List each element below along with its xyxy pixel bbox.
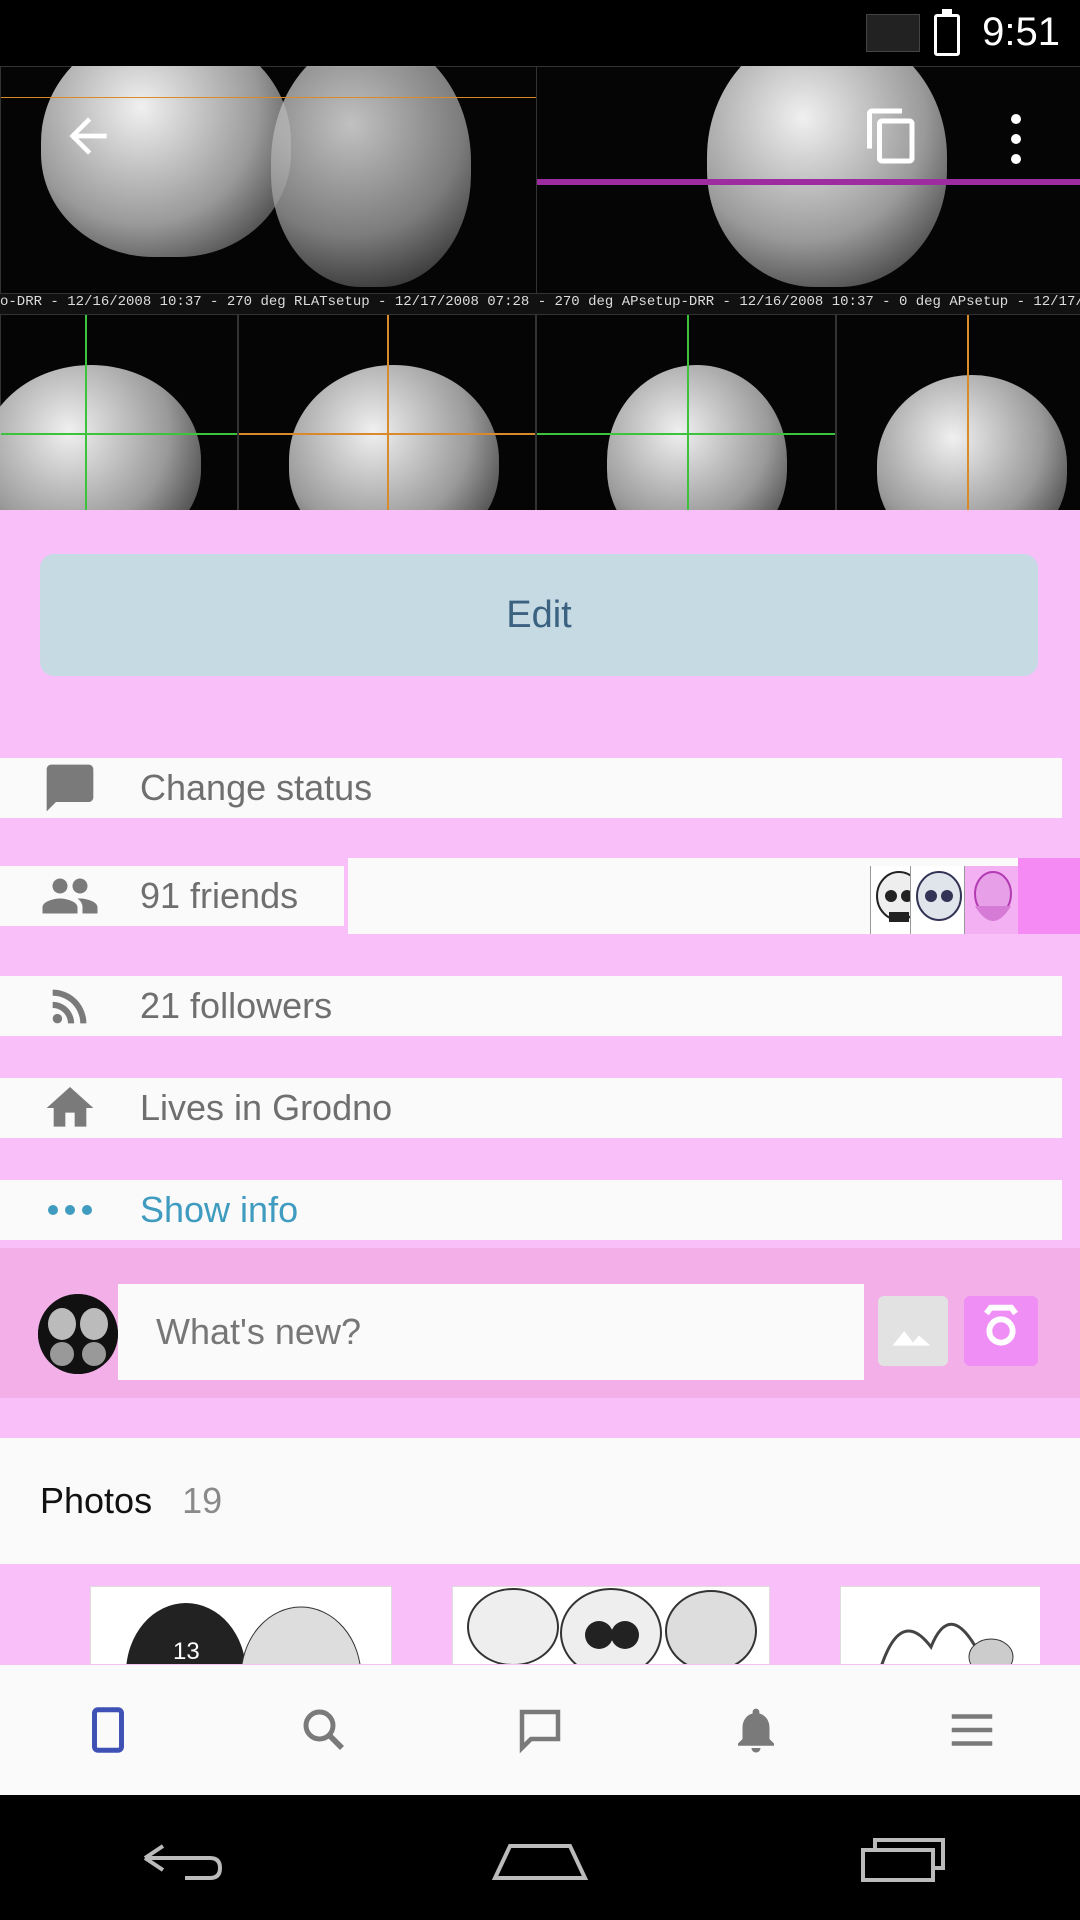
row-label: Change status — [140, 767, 373, 808]
bell-icon — [738, 1708, 774, 1753]
photo-thumb[interactable]: 13 — [90, 1586, 392, 1664]
row-show-info[interactable]: Show info — [0, 1180, 1062, 1240]
notification-icon — [866, 14, 920, 52]
system-nav-bar — [0, 1795, 1080, 1920]
home-icon — [0, 1078, 140, 1138]
photos-count: 19 — [182, 1480, 223, 1521]
photo-thumb[interactable] — [452, 1586, 770, 1664]
xray-panel-1 — [0, 314, 238, 510]
row-label: 91 friends — [140, 875, 299, 916]
user-avatar[interactable] — [38, 1294, 118, 1374]
message-icon — [0, 758, 140, 818]
photos-title: Photos — [40, 1480, 153, 1521]
more-vert-icon[interactable] — [1002, 114, 1030, 174]
row-label: Lives in Grodno — [140, 1087, 393, 1128]
status-bar: 9:51 — [0, 0, 1080, 66]
rss-icon — [0, 976, 140, 1036]
tab-search[interactable] — [216, 1665, 432, 1795]
photos-header[interactable]: Photos 19 — [0, 1438, 1080, 1564]
tab-notifications[interactable] — [648, 1665, 864, 1795]
friend-avatar[interactable] — [964, 866, 1021, 934]
friends-icon — [0, 866, 140, 926]
chat-icon — [519, 1709, 561, 1754]
row-location[interactable]: Lives in Grodno — [0, 1078, 1062, 1138]
copy-icon[interactable] — [862, 106, 922, 166]
status-time: 9:51 — [982, 10, 1060, 54]
edit-button[interactable]: Edit — [40, 554, 1038, 676]
xray-panel-2 — [238, 314, 536, 510]
friends-more[interactable] — [1018, 858, 1080, 934]
battery-icon — [934, 9, 960, 56]
more-horiz-icon — [0, 1180, 140, 1240]
svg-text:13: 13 — [173, 1638, 200, 1664]
whats-new-input[interactable]: What's new? — [118, 1284, 864, 1380]
friend-avatar[interactable] — [910, 866, 967, 934]
system-back-icon[interactable] — [125, 1828, 235, 1888]
row-label: 21 followers — [140, 985, 333, 1026]
friends-avatars[interactable] — [348, 858, 1080, 934]
profile-icon — [92, 1707, 124, 1753]
row-change-status[interactable]: Change status — [0, 758, 1062, 818]
xray-panel-ap — [536, 66, 1080, 294]
camera-icon[interactable] — [964, 1296, 1038, 1366]
menu-icon — [951, 1714, 993, 1746]
xray-panel-3 — [536, 314, 836, 510]
photos-strip: 13 — [40, 1578, 1040, 1664]
row-friends[interactable]: 91 friends — [0, 866, 344, 926]
search-icon — [303, 1709, 344, 1750]
cover-image[interactable]: o-DRR - 12/16/2008 10:37 - 270 deg RLATs… — [0, 66, 1080, 510]
system-home-icon[interactable] — [485, 1828, 595, 1888]
photo-thumb[interactable] — [840, 1586, 1040, 1664]
row-followers[interactable]: 21 followers — [0, 976, 1062, 1036]
image-icon[interactable] — [878, 1296, 948, 1366]
show-info-link[interactable]: Show info — [140, 1189, 298, 1231]
tab-menu[interactable] — [864, 1665, 1080, 1795]
cover-caption: o-DRR - 12/16/2008 10:37 - 270 deg RLATs… — [0, 294, 1080, 310]
system-recents-icon[interactable] — [845, 1828, 955, 1888]
xray-panel-lateral — [0, 66, 538, 294]
xray-panel-4 — [836, 314, 1080, 510]
tab-messages[interactable] — [432, 1665, 648, 1795]
back-arrow-icon[interactable] — [60, 108, 116, 164]
bottom-tab-bar — [0, 1665, 1080, 1795]
tab-profile[interactable] — [0, 1665, 216, 1795]
